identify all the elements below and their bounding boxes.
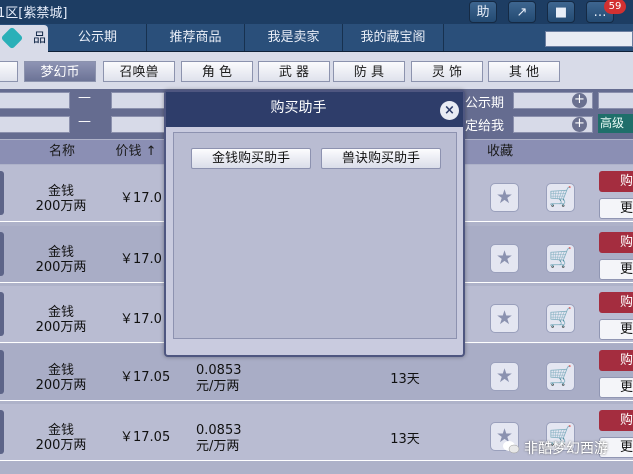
tab-my-treasure[interactable]: 我的藏宝阁: [343, 24, 444, 51]
favorite-star-icon[interactable]: ★: [490, 362, 519, 391]
watermark-text: 非酷梦幻西游: [524, 441, 608, 457]
header-name[interactable]: 名称: [20, 140, 104, 164]
item-unit-price: 0.0853: [196, 363, 242, 378]
item-name: 金钱: [47, 305, 74, 320]
tab-seller[interactable]: 我是卖家: [245, 24, 343, 51]
item-price: ￥17.05: [120, 430, 171, 445]
favorite-star-icon[interactable]: ★: [490, 244, 519, 273]
assign-label: 定给我: [465, 119, 505, 134]
top-bar: [0, 0, 633, 24]
row-item-icon: [0, 171, 4, 215]
item-amount: 200万两: [35, 199, 87, 214]
item-name: 金钱: [47, 363, 74, 378]
category-armor[interactable]: 防 具: [333, 61, 405, 82]
dialog-title: 购买助手: [270, 100, 327, 116]
item-amount: 200万两: [35, 378, 87, 393]
buy-button[interactable]: 购: [599, 171, 633, 192]
item-price: ￥17.05: [120, 370, 171, 385]
row-item-icon: [0, 232, 4, 276]
cart-icon[interactable]: 🛒: [546, 183, 575, 212]
max-filter-input-2[interactable]: [111, 116, 169, 133]
public-period-label: 公示期: [465, 96, 505, 111]
cart-icon[interactable]: 🛒: [546, 362, 575, 391]
max-filter-input[interactable]: [111, 92, 169, 109]
plus-icon-2[interactable]: +: [572, 117, 587, 132]
category-weapon[interactable]: 武 器: [258, 61, 330, 82]
range-dash: —: [78, 90, 91, 105]
row-item-icon: [0, 292, 4, 336]
item-unit-price: 0.0853: [196, 423, 242, 438]
more-button[interactable]: 更: [599, 377, 633, 398]
row-item-icon: [0, 350, 4, 394]
cart-icon[interactable]: 🛒: [546, 304, 575, 333]
item-name: 金钱: [47, 245, 74, 260]
notification-badge: 59: [604, 0, 626, 14]
item-amount: 200万两: [35, 438, 87, 453]
cart-icon[interactable]: 🛒: [546, 244, 575, 273]
search-input[interactable]: [545, 31, 633, 47]
category-partial[interactable]: [0, 61, 18, 82]
row-item-icon: [0, 410, 4, 454]
public-period-extra[interactable]: [598, 92, 633, 109]
buy-button[interactable]: 购: [599, 292, 633, 313]
favorite-star-icon[interactable]: ★: [490, 183, 519, 212]
money-purchase-helper-button[interactable]: 金钱购买助手: [191, 148, 311, 169]
item-name: 金钱: [47, 423, 74, 438]
wechat-logo-icon: [503, 441, 520, 454]
item-unit: 元/万两: [196, 379, 240, 394]
item-days-left: 13天: [390, 432, 420, 447]
close-icon[interactable]: ×: [440, 101, 459, 120]
share-icon: ↗: [516, 5, 528, 20]
stop-icon: ■: [554, 5, 568, 20]
item-days-left: 13天: [390, 372, 420, 387]
header-price[interactable]: 价钱 ↑: [106, 140, 166, 164]
stop-button[interactable]: ■: [547, 1, 575, 23]
plus-icon[interactable]: +: [572, 93, 587, 108]
buy-button[interactable]: 购: [599, 350, 633, 371]
item-amount: 200万两: [35, 260, 87, 275]
category-summon-beast[interactable]: 召唤兽: [103, 61, 175, 82]
share-button[interactable]: ↗: [508, 1, 536, 23]
skill-purchase-helper-button[interactable]: 兽诀购买助手: [321, 148, 441, 169]
min-filter-input[interactable]: [0, 92, 70, 109]
buy-button[interactable]: 购: [599, 410, 633, 431]
min-filter-input-2[interactable]: [0, 116, 70, 133]
category-character[interactable]: 角 色: [181, 61, 253, 82]
category-dream-coin[interactable]: 梦幻币: [24, 61, 96, 82]
item-amount: 200万两: [35, 320, 87, 335]
helper-button[interactable]: 助: [469, 1, 497, 23]
tab-public-period[interactable]: 公示期: [49, 24, 147, 51]
server-name: 1区[紫禁城]: [0, 6, 68, 21]
more-button[interactable]: 更: [599, 259, 633, 280]
tab-recommended[interactable]: 推荐商品: [147, 24, 245, 51]
more-button[interactable]: 更: [599, 198, 633, 219]
more-button[interactable]: 更: [599, 319, 633, 340]
range-dash-2: —: [78, 114, 91, 129]
item-unit: 元/万两: [196, 439, 240, 454]
buy-button[interactable]: 购: [599, 232, 633, 253]
item-name: 金钱: [47, 184, 74, 199]
favorite-star-icon[interactable]: ★: [490, 304, 519, 333]
tab-active-label: 品: [32, 31, 46, 46]
advanced-search-button[interactable]: 高级: [598, 114, 633, 133]
category-accessory[interactable]: 灵 饰: [411, 61, 483, 82]
category-other[interactable]: 其 他: [488, 61, 560, 82]
header-favorite: 收藏: [486, 144, 513, 159]
